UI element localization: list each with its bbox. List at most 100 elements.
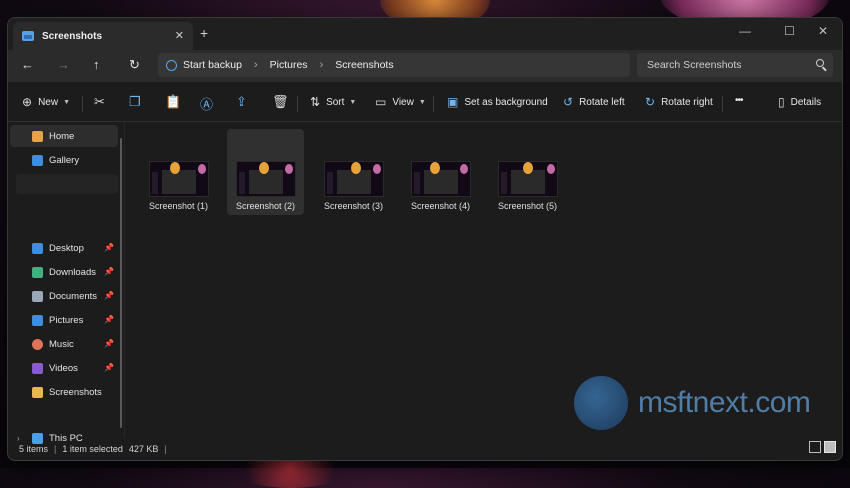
tab-close-icon[interactable]: ✕ [175, 29, 184, 42]
details-label: Details [790, 96, 822, 108]
pin-icon: 📌 [104, 291, 114, 300]
file-name: Screenshot (4) [410, 201, 471, 211]
pin-icon: 📌 [104, 315, 114, 324]
sidebar-item-pictures[interactable]: Pictures 📌 [10, 309, 118, 331]
title-bar: Screenshots ✕ + — ☐ ✕ [8, 18, 842, 50]
desktop-icon [32, 242, 43, 254]
watermark-text: msftnext.com [638, 386, 811, 419]
sidebar-item-videos[interactable]: Videos 📌 [10, 357, 118, 379]
pictures-icon [32, 314, 43, 326]
delete-button[interactable]: 🗑 [272, 94, 289, 110]
close-button[interactable]: ✕ [818, 24, 828, 38]
sidebar-item-label: Home [49, 130, 75, 142]
sidebar-item-downloads[interactable]: Downloads 📌 [10, 261, 118, 283]
search-box[interactable]: Search Screenshots [637, 53, 833, 77]
search-icon[interactable] [816, 59, 824, 67]
search-input[interactable]: Search Screenshots [647, 59, 742, 71]
new-tab-button[interactable]: + [200, 26, 208, 40]
breadcrumb-separator[interactable]: › [254, 59, 258, 71]
sidebar-item-screenshots[interactable]: Screenshots [10, 381, 118, 403]
sort-icon: ⇅ [310, 95, 321, 109]
rotate-right-icon: ↻ [645, 95, 656, 109]
sidebar-item-gallery[interactable]: Gallery [10, 149, 118, 171]
refresh-button[interactable]: ↻ [129, 58, 140, 72]
copy-button[interactable]: ❐ [129, 94, 141, 110]
command-bar: ⊕ New ▼ ✂ ❐ 📋 Ⓐ ⇪ 🗑 ⇅ Sort ▼ ▭ View ▼ ▣ … [8, 86, 842, 120]
tab-screenshots[interactable]: Screenshots ✕ [13, 22, 193, 50]
share-button[interactable]: ⇪ [236, 94, 247, 110]
breadcrumb-separator[interactable]: › [320, 59, 324, 71]
sidebar-item-home[interactable]: Home [10, 125, 118, 147]
pin-icon: 📌 [104, 267, 114, 276]
rotate-right-button[interactable]: ↻ Rotate right [645, 95, 713, 109]
sidebar-item-label: Gallery [49, 154, 80, 166]
view-label: View [392, 96, 414, 108]
status-separator: | [54, 444, 57, 454]
sidebar-item-label: Desktop [49, 242, 84, 254]
pin-icon: 📌 [104, 339, 114, 348]
details-view-icon[interactable] [809, 441, 821, 453]
view-icon: ▭ [375, 95, 387, 109]
watermark-globe-icon [574, 376, 628, 430]
view-button[interactable]: ▭ View ▼ [375, 95, 426, 109]
selection-count: 1 item selected [62, 444, 123, 454]
sidebar-item-label: Music [49, 338, 74, 350]
file-item[interactable]: Screenshot (1) [140, 129, 217, 215]
image-thumbnail [236, 161, 296, 197]
file-name: Screenshot (2) [235, 201, 296, 211]
toolbar-divider [297, 96, 298, 112]
rotate-left-icon: ↺ [563, 95, 574, 109]
breadcrumb-pictures[interactable]: Pictures [270, 59, 308, 71]
tab-title: Screenshots [42, 30, 103, 42]
toolbar-divider [722, 96, 723, 112]
pin-icon: 📌 [104, 243, 114, 252]
file-item[interactable]: Screenshot (5) [489, 129, 566, 215]
file-item[interactable]: Screenshot (3) [315, 129, 392, 215]
image-thumbnail [411, 161, 471, 197]
status-separator: | [164, 444, 167, 454]
breadcrumb-screenshots[interactable]: Screenshots [335, 59, 393, 71]
item-count: 5 items [19, 444, 49, 454]
file-name: Screenshot (5) [497, 201, 558, 211]
sidebar-item-documents[interactable]: Documents 📌 [10, 285, 118, 307]
sidebar-item-desktop[interactable]: Desktop 📌 [10, 237, 118, 259]
details-pane-icon: ▯ [778, 95, 785, 109]
paste-button[interactable]: 📋 [165, 94, 181, 110]
rotate-left-button[interactable]: ↺ Rotate left [563, 95, 625, 109]
details-pane-button[interactable]: ▯ Details [778, 95, 821, 109]
forward-button[interactable]: → [57, 58, 70, 72]
up-button[interactable]: ↑ [93, 58, 100, 72]
address-bar[interactable]: Start backup › Pictures › Screenshots [158, 53, 630, 77]
sort-button[interactable]: ⇅ Sort ▼ [310, 95, 356, 109]
minimize-button[interactable]: — [739, 24, 751, 38]
sidebar-item-label: Screenshots [49, 386, 102, 398]
sidebar-item-music[interactable]: Music 📌 [10, 333, 118, 355]
sidebar-scrollbar[interactable] [120, 138, 122, 428]
chevron-down-icon: ▼ [349, 98, 357, 106]
pin-icon: 📌 [104, 363, 114, 372]
new-button[interactable]: ⊕ New ▼ [22, 95, 70, 109]
more-options-button[interactable]: ••• [735, 95, 743, 106]
back-button[interactable]: ← [21, 58, 34, 72]
sidebar-item-label: Pictures [49, 314, 84, 326]
file-explorer-window: Screenshots ✕ + — ☐ ✕ ← → ↑ ↻ Start back… [7, 17, 843, 461]
navigation-pane: Home Gallery Desktop 📌 Downloads 📌 Docum… [8, 122, 123, 444]
rename-button[interactable]: Ⓐ [200, 94, 213, 113]
gallery-icon [32, 154, 43, 166]
maximize-button[interactable]: ☐ [784, 24, 795, 38]
file-item[interactable]: Screenshot (4) [402, 129, 479, 215]
set-as-background-button[interactable]: ▣ Set as background [447, 95, 548, 109]
breadcrumb-start-backup[interactable]: Start backup [183, 59, 242, 71]
sidebar-empty-item[interactable] [16, 174, 118, 194]
pictures-folder-icon [22, 31, 34, 41]
image-thumbnail [149, 161, 209, 197]
cut-button[interactable]: ✂ [94, 94, 105, 110]
download-icon [32, 266, 43, 278]
file-list: Screenshot (1) Screenshot (2) Screenshot… [125, 122, 842, 438]
thumbnail-view-icon[interactable] [824, 441, 836, 453]
file-item[interactable]: Screenshot (2) [227, 129, 304, 215]
wallpaper-icon: ▣ [447, 95, 459, 109]
video-icon [32, 362, 43, 374]
home-icon [32, 130, 43, 142]
watermark: msftnext.com [574, 376, 811, 430]
